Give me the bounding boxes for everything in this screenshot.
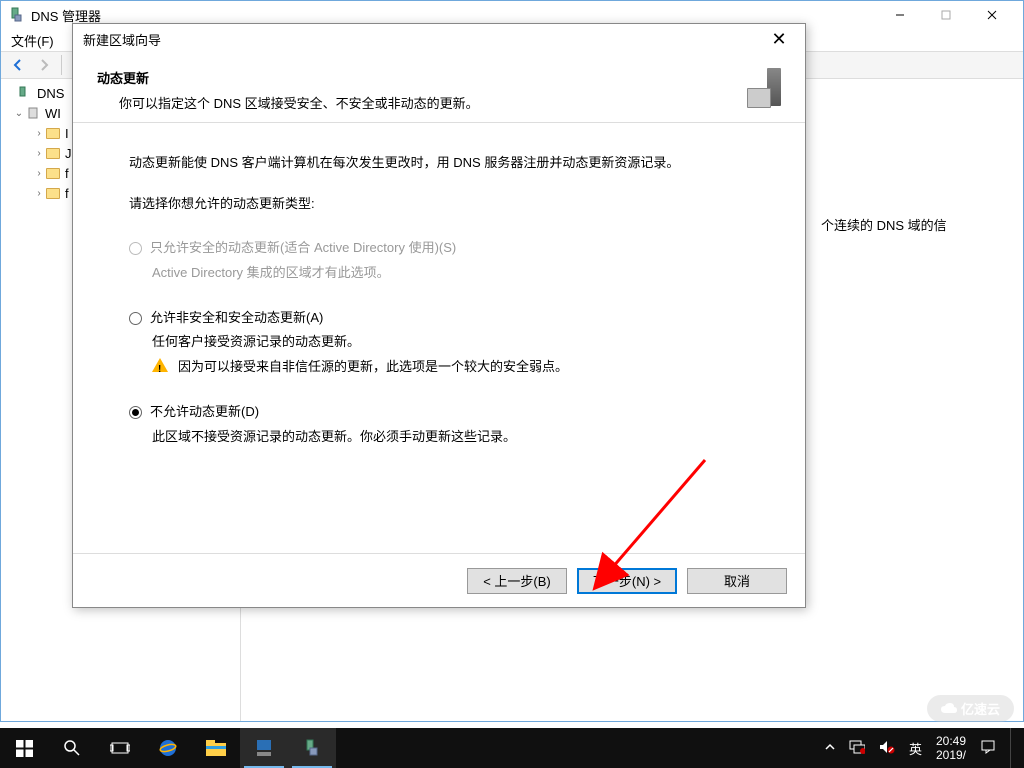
volume-icon[interactable] xyxy=(879,740,895,757)
system-tray[interactable]: 英 20:49 2019/ xyxy=(825,728,1024,768)
wizard-heading: 动态更新 xyxy=(97,68,745,87)
search-button[interactable] xyxy=(48,728,96,768)
menu-file[interactable]: 文件(F) xyxy=(11,31,54,50)
watermark: 亿速云 xyxy=(927,695,1014,722)
tray-chevron-icon[interactable] xyxy=(825,741,835,755)
wizard-prompt: 请选择你想允许的动态更新类型: xyxy=(129,192,749,217)
pane-hint: 个连续的 DNS 域的信 xyxy=(821,215,947,234)
wizard-footer: < 上一步(B) 下一步(N) > 取消 xyxy=(73,553,805,607)
start-button[interactable] xyxy=(0,728,48,768)
mgr-app-icon xyxy=(9,7,25,23)
opt1-desc: Active Directory 集成的区域才有此选项。 xyxy=(129,261,749,286)
server-graphic-icon xyxy=(745,68,781,108)
expand-icon[interactable]: › xyxy=(33,188,45,199)
radio-allow-nonsecure[interactable] xyxy=(129,312,142,325)
taskbar[interactable]: 英 20:49 2019/ xyxy=(0,728,1024,768)
tree-item[interactable]: f xyxy=(65,166,69,181)
server-icon xyxy=(25,105,41,121)
taskbar-clock[interactable]: 20:49 2019/ xyxy=(936,734,966,763)
minimize-button[interactable] xyxy=(877,1,923,29)
taskview-button[interactable] xyxy=(96,728,144,768)
close-button[interactable] xyxy=(969,1,1015,29)
server-manager-icon[interactable] xyxy=(240,728,288,768)
collapse-icon[interactable]: ⌄ xyxy=(13,108,25,119)
opt2-warning: 因为可以接受来自非信任源的更新，此选项是一个较大的安全弱点。 xyxy=(178,355,568,380)
tree-server[interactable]: WI xyxy=(45,106,61,121)
opt1-label: 只允许安全的动态更新(适合 Active Directory 使用)(S) xyxy=(150,236,456,261)
opt3-desc: 此区域不接受资源记录的动态更新。你必须手动更新这些记录。 xyxy=(129,425,749,450)
radio-disallow-dynamic[interactable] xyxy=(129,406,142,419)
notification-icon[interactable] xyxy=(980,739,996,758)
forward-icon[interactable] xyxy=(33,54,55,76)
maximize-button[interactable] xyxy=(923,1,969,29)
opt2-label: 允许非安全和安全动态更新(A) xyxy=(150,306,323,331)
tree-item[interactable]: f xyxy=(65,186,69,201)
dns-manager-taskbar-icon[interactable] xyxy=(288,728,336,768)
cancel-button[interactable]: 取消 xyxy=(687,568,787,594)
expand-icon[interactable]: › xyxy=(33,168,45,179)
tree-root[interactable]: DNS xyxy=(37,86,64,101)
expand-icon[interactable]: › xyxy=(33,128,45,139)
tree-item[interactable]: I xyxy=(65,126,69,141)
wizard-subheading: 你可以指定这个 DNS 区域接受安全、不安全或非动态的更新。 xyxy=(97,93,745,112)
folder-icon xyxy=(45,145,61,161)
mgr-title-text: DNS 管理器 xyxy=(31,6,877,25)
back-icon[interactable] xyxy=(7,54,29,76)
opt3-label: 不允许动态更新(D) xyxy=(150,400,259,425)
wizard-intro: 动态更新能使 DNS 客户端计算机在每次发生更改时，用 DNS 服务器注册并动态… xyxy=(129,151,749,176)
tree-item[interactable]: J xyxy=(65,146,72,161)
ime-indicator[interactable]: 英 xyxy=(909,739,922,758)
new-zone-wizard-dialog: 新建区域向导 ✕ 动态更新 你可以指定这个 DNS 区域接受安全、不安全或非动态… xyxy=(72,23,806,608)
clock-time: 20:49 xyxy=(936,734,966,748)
opt2-desc: 任何客户接受资源记录的动态更新。 xyxy=(129,330,749,355)
folder-icon xyxy=(45,125,61,141)
explorer-icon[interactable] xyxy=(192,728,240,768)
show-desktop-button[interactable] xyxy=(1010,728,1016,768)
clock-date: 2019/ xyxy=(936,748,966,762)
back-button[interactable]: < 上一步(B) xyxy=(467,568,567,594)
network-icon[interactable] xyxy=(849,740,865,757)
next-button[interactable]: 下一步(N) > xyxy=(577,568,677,594)
warning-icon xyxy=(152,358,168,372)
radio-secure-only xyxy=(129,242,142,255)
wizard-close-button[interactable]: ✕ xyxy=(763,24,795,54)
expand-icon[interactable]: › xyxy=(33,148,45,159)
wizard-header: 动态更新 你可以指定这个 DNS 区域接受安全、不安全或非动态的更新。 xyxy=(73,54,805,122)
folder-icon xyxy=(45,185,61,201)
wizard-titlebar[interactable]: 新建区域向导 ✕ xyxy=(73,24,805,54)
watermark-text: 亿速云 xyxy=(961,699,1000,718)
folder-icon xyxy=(45,165,61,181)
dns-root-icon xyxy=(17,85,33,101)
wizard-body: 动态更新能使 DNS 客户端计算机在每次发生更改时，用 DNS 服务器注册并动态… xyxy=(73,123,805,459)
ie-icon[interactable] xyxy=(144,728,192,768)
wizard-title-text: 新建区域向导 xyxy=(83,30,763,49)
